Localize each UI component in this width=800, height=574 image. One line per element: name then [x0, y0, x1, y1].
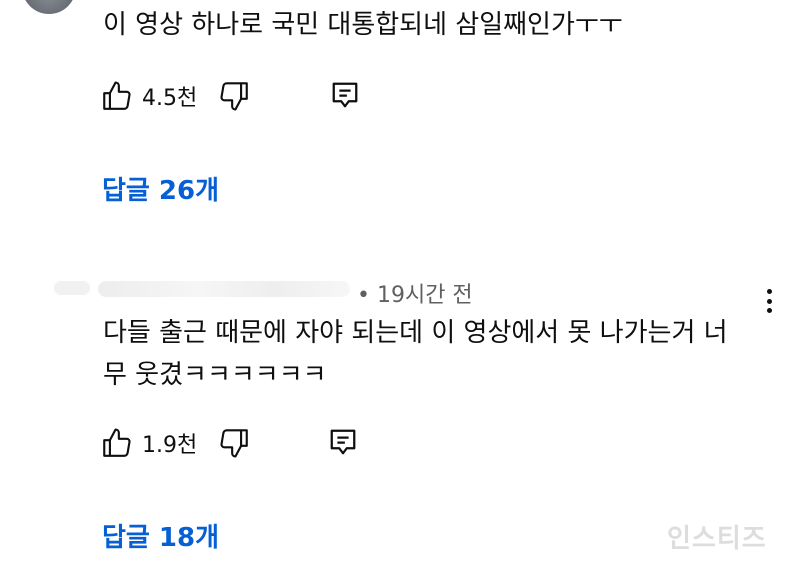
reply-icon[interactable] — [328, 427, 358, 457]
more-vert-icon[interactable] — [760, 286, 778, 316]
comment-actions: 1.9천 — [100, 425, 251, 461]
comment-text-line-2: 무 웃겼ㅋㅋㅋㅋㅋㅋ — [103, 360, 327, 390]
thumbs-down-icon[interactable] — [217, 79, 251, 113]
comment-text-line-1: 다들 출근 때문에 자야 되는데 이 영상에서 못 나가는거 너 — [103, 318, 728, 348]
reply-icon[interactable] — [330, 80, 360, 110]
avatar[interactable] — [22, 0, 76, 14]
thumbs-up-icon[interactable] — [100, 426, 134, 460]
avatar[interactable] — [54, 281, 90, 295]
like-count: 1.9천 — [142, 433, 198, 458]
watermark: 인스티즈 — [667, 524, 767, 554]
like-count: 4.5천 — [142, 86, 198, 111]
replies-link[interactable]: 답글 18개 — [102, 517, 219, 554]
author-name[interactable] — [98, 281, 350, 297]
thumbs-down-icon[interactable] — [217, 426, 251, 460]
replies-link[interactable]: 답글 26개 — [102, 170, 219, 207]
comment-text: 이 영상 하나로 국민 대통합되네 삼일째인가ㅜㅜ — [103, 10, 623, 40]
comment-actions: 4.5천 — [100, 78, 251, 114]
thumbs-up-icon[interactable] — [100, 79, 134, 113]
comment-timestamp: • 19시간 전 — [357, 283, 473, 308]
